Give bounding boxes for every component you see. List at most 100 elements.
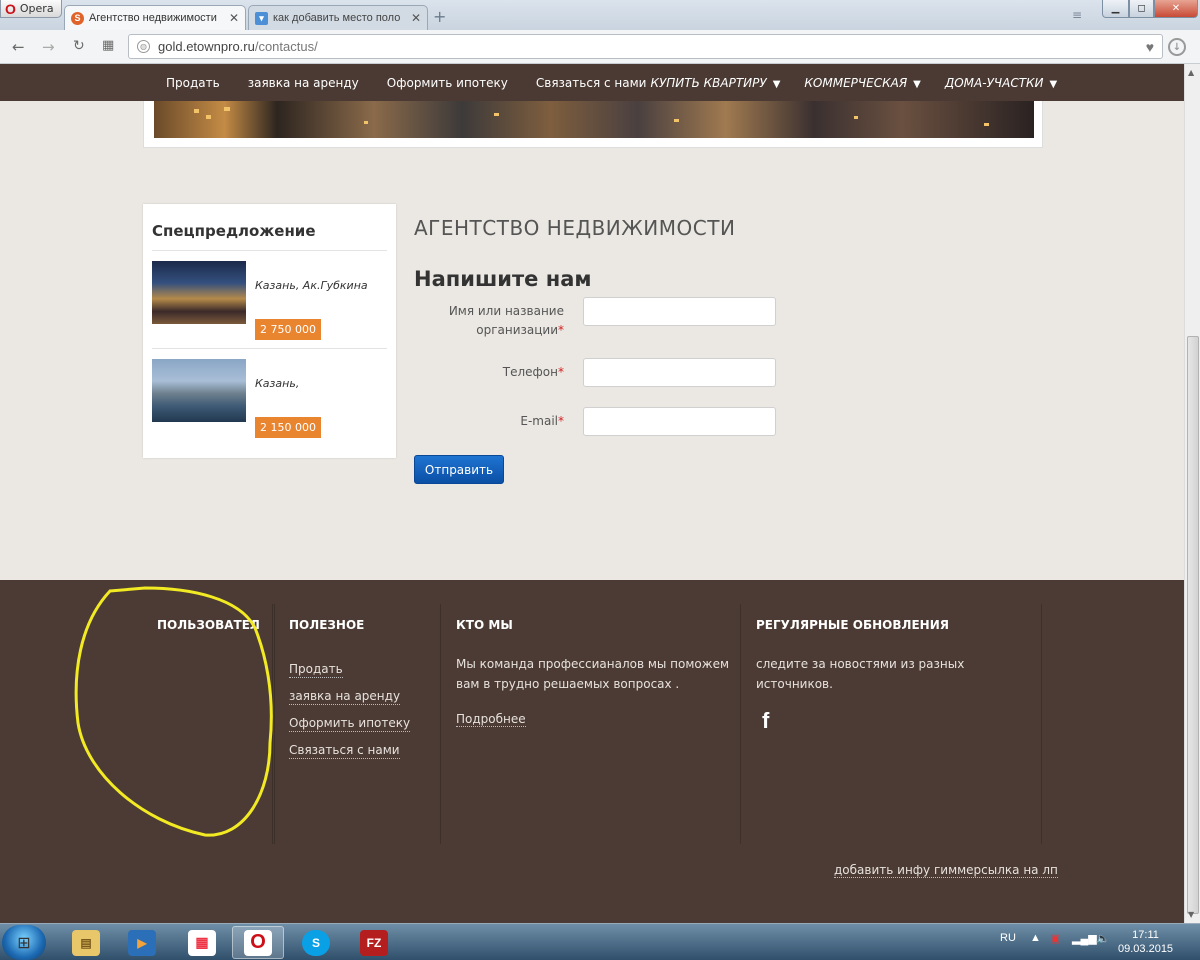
clock-time: 17:11 bbox=[1132, 929, 1159, 941]
required-mark: * bbox=[558, 323, 564, 337]
chevron-down-icon: ▼ bbox=[772, 78, 781, 90]
nav-item-contact[interactable]: Связаться с нами bbox=[536, 76, 647, 90]
footer-link-mortgage[interactable]: Оформить ипотеку bbox=[289, 716, 411, 732]
nav-dropdown-commercial[interactable]: КОММЕРЧЕСКАЯ ▼ bbox=[804, 76, 920, 90]
site-favicon-icon: ▾ bbox=[255, 11, 268, 25]
more-link[interactable]: Подробнее bbox=[456, 712, 526, 727]
submit-button[interactable]: Отправить bbox=[414, 455, 504, 484]
updates-text: следите за новостями из разных источнико… bbox=[756, 657, 965, 691]
url-host: gold.etownpro.ru bbox=[158, 39, 255, 54]
scroll-down-icon[interactable]: ▼ bbox=[1188, 910, 1194, 919]
tab-inactive[interactable]: ▾ как добавить место поло ✕ bbox=[248, 5, 428, 30]
chevron-down-icon: ▼ bbox=[913, 78, 921, 90]
download-icon[interactable]: ↓ bbox=[1168, 38, 1186, 56]
offer-photo[interactable] bbox=[152, 261, 246, 324]
clock[interactable]: 17:11 09.03.2015 bbox=[1118, 928, 1173, 956]
footer-col-useful: ПОЛЕЗНОЕ Продать заявка на аренду Оформи… bbox=[274, 604, 441, 844]
label-text: Телефон bbox=[502, 365, 558, 379]
footer-col-title: КТО МЫ bbox=[456, 618, 513, 632]
required-mark: * bbox=[558, 365, 564, 379]
nav-item-sell[interactable]: Продать bbox=[166, 76, 220, 90]
opera-menu-button[interactable]: O Opera bbox=[0, 0, 62, 18]
phone-field-label: Телефон* bbox=[430, 363, 564, 382]
close-window-button[interactable]: ✕ bbox=[1154, 0, 1198, 18]
opera-label: Opera bbox=[19, 2, 54, 15]
footer-link-rent[interactable]: заявка на аренду bbox=[289, 689, 401, 705]
footer-col-title: ПОЛЬЗОВАТЕЛ bbox=[157, 618, 260, 632]
site-favicon-icon: S bbox=[71, 11, 84, 25]
opera-logo-icon: O bbox=[5, 0, 16, 17]
globe-icon: ◍ bbox=[137, 40, 150, 53]
page-scrollbar[interactable]: ▲ ▼ bbox=[1184, 64, 1200, 923]
tab-active[interactable]: S Агентство недвижимости ✕ bbox=[64, 5, 246, 30]
label-text: E-mail bbox=[520, 414, 558, 428]
nav-dropdown-label: КУПИТЬ КВАРТИРУ bbox=[650, 75, 767, 90]
footer-col-title: ПОЛЕЗНОЕ bbox=[289, 618, 365, 632]
site-nav: Продать заявка на аренду Оформить ипотек… bbox=[0, 64, 1184, 101]
heart-icon[interactable]: ♥ bbox=[1146, 39, 1154, 55]
scroll-up-icon[interactable]: ▲ bbox=[1188, 68, 1194, 77]
nav-item-rent[interactable]: заявка на аренду bbox=[248, 76, 359, 90]
tray-expand-icon[interactable]: ▲ bbox=[1030, 932, 1041, 944]
footer-bottom-link[interactable]: добавить инфу гиммерсылка на лп bbox=[834, 863, 1058, 878]
label-line: организации bbox=[476, 323, 558, 337]
media-player-taskbar-icon[interactable]: ▶ bbox=[116, 926, 168, 959]
skype-taskbar-icon[interactable]: S bbox=[290, 926, 342, 959]
tab-close-icon[interactable]: ✕ bbox=[411, 11, 421, 25]
volume-icon[interactable]: 🔈 bbox=[1096, 932, 1110, 945]
tab-menu-icon[interactable]: ≡ bbox=[1072, 8, 1082, 22]
site-footer: ПОЛЬЗОВАТЕЛ ПОЛЕЗНОЕ Продать заявка на а… bbox=[0, 580, 1184, 923]
phone-field[interactable] bbox=[583, 358, 776, 387]
chevron-down-icon: ▼ bbox=[1049, 78, 1058, 90]
explorer-taskbar-icon[interactable]: ▤ bbox=[60, 926, 112, 959]
back-icon[interactable]: ← bbox=[12, 38, 25, 56]
address-bar[interactable]: ◍ gold.etownpro.ru/contactus/ ♥ bbox=[128, 34, 1163, 59]
form-title: Напишите нам bbox=[414, 267, 592, 291]
footer-col-about: КТО МЫ Мы команда профессианалов мы помо… bbox=[442, 604, 741, 844]
about-line: Мы команда профессианалов мы поможем bbox=[456, 657, 730, 671]
browser-titlebar: O Opera S Агентство недвижимости ✕ ▾ как… bbox=[0, 0, 1200, 30]
url-path: /contactus/ bbox=[254, 39, 318, 54]
footer-link-sell[interactable]: Продать bbox=[289, 662, 343, 678]
header-banner bbox=[143, 101, 1043, 148]
banner-image bbox=[154, 101, 1034, 138]
filezilla-taskbar-icon[interactable]: FZ bbox=[348, 926, 400, 959]
offer-city[interactable]: Казань, Ак.Губкина bbox=[255, 279, 368, 292]
offer-item[interactable]: Казань, 2 150 000 bbox=[152, 349, 387, 447]
windows-start-icon[interactable]: ⊞ bbox=[2, 925, 46, 960]
maximize-button[interactable]: ◻ bbox=[1129, 0, 1154, 18]
windows-taskbar: ⊞ ▤ ▶ ▦ O S FZ RU ▲ ▣ ▂▄▆ 🔈 17:11 09.03.… bbox=[0, 923, 1200, 960]
footer-col-title: РЕГУЛЯРНЫЕ ОБНОВЛЕНИЯ bbox=[756, 618, 949, 632]
about-text: Мы команда профессианалов мы поможем вам… bbox=[456, 654, 740, 694]
nav-item-mortgage[interactable]: Оформить ипотеку bbox=[387, 76, 508, 90]
footer-link-contact[interactable]: Связаться с нами bbox=[289, 743, 400, 759]
email-field[interactable] bbox=[583, 407, 776, 436]
network-warning-icon[interactable]: ▣ bbox=[1050, 932, 1060, 945]
nav-dropdown-buy[interactable]: КУПИТЬ КВАРТИРУ ▼ bbox=[650, 76, 780, 90]
scroll-thumb[interactable] bbox=[1187, 336, 1199, 914]
page-viewport: Продать заявка на аренду Оформить ипотек… bbox=[0, 64, 1184, 923]
speed-dial-icon[interactable]: ▦ bbox=[102, 38, 114, 53]
tab-title: Агентство недвижимости bbox=[89, 12, 217, 24]
facebook-icon[interactable]: f bbox=[762, 708, 1041, 734]
apps-taskbar-icon[interactable]: ▦ bbox=[176, 926, 228, 959]
footer-col-updates: РЕГУЛЯРНЫЕ ОБНОВЛЕНИЯ следите за новостя… bbox=[742, 604, 1042, 844]
offer-photo[interactable] bbox=[152, 359, 246, 422]
forward-icon[interactable]: → bbox=[42, 38, 55, 56]
opera-taskbar-icon[interactable]: O bbox=[232, 926, 284, 959]
tab-close-icon[interactable]: ✕ bbox=[229, 11, 239, 25]
name-field[interactable] bbox=[583, 297, 776, 326]
reload-icon[interactable]: ↻ bbox=[73, 38, 85, 54]
signal-icon[interactable]: ▂▄▆ bbox=[1072, 932, 1097, 945]
new-tab-button[interactable]: + bbox=[433, 9, 447, 25]
nav-dropdown-houses[interactable]: ДОМА-УЧАСТКИ ▼ bbox=[945, 76, 1057, 90]
special-offers-panel: Спецпредложение Казань, Ак.Губкина 2 750… bbox=[143, 204, 396, 458]
about-line: вам в трудно решаемых вопросах . bbox=[456, 677, 680, 691]
offer-city[interactable]: Казань, bbox=[255, 377, 299, 390]
email-field-label: E-mail* bbox=[430, 412, 564, 431]
offer-price: 2 150 000 bbox=[255, 417, 321, 438]
minimize-button[interactable]: ▁ bbox=[1102, 0, 1129, 18]
offer-item[interactable]: Казань, Ак.Губкина 2 750 000 bbox=[152, 251, 387, 349]
language-indicator[interactable]: RU bbox=[1000, 932, 1016, 944]
browser-toolbar: ← → ↻ ▦ ◍ gold.etownpro.ru/contactus/ ♥ … bbox=[0, 30, 1200, 64]
